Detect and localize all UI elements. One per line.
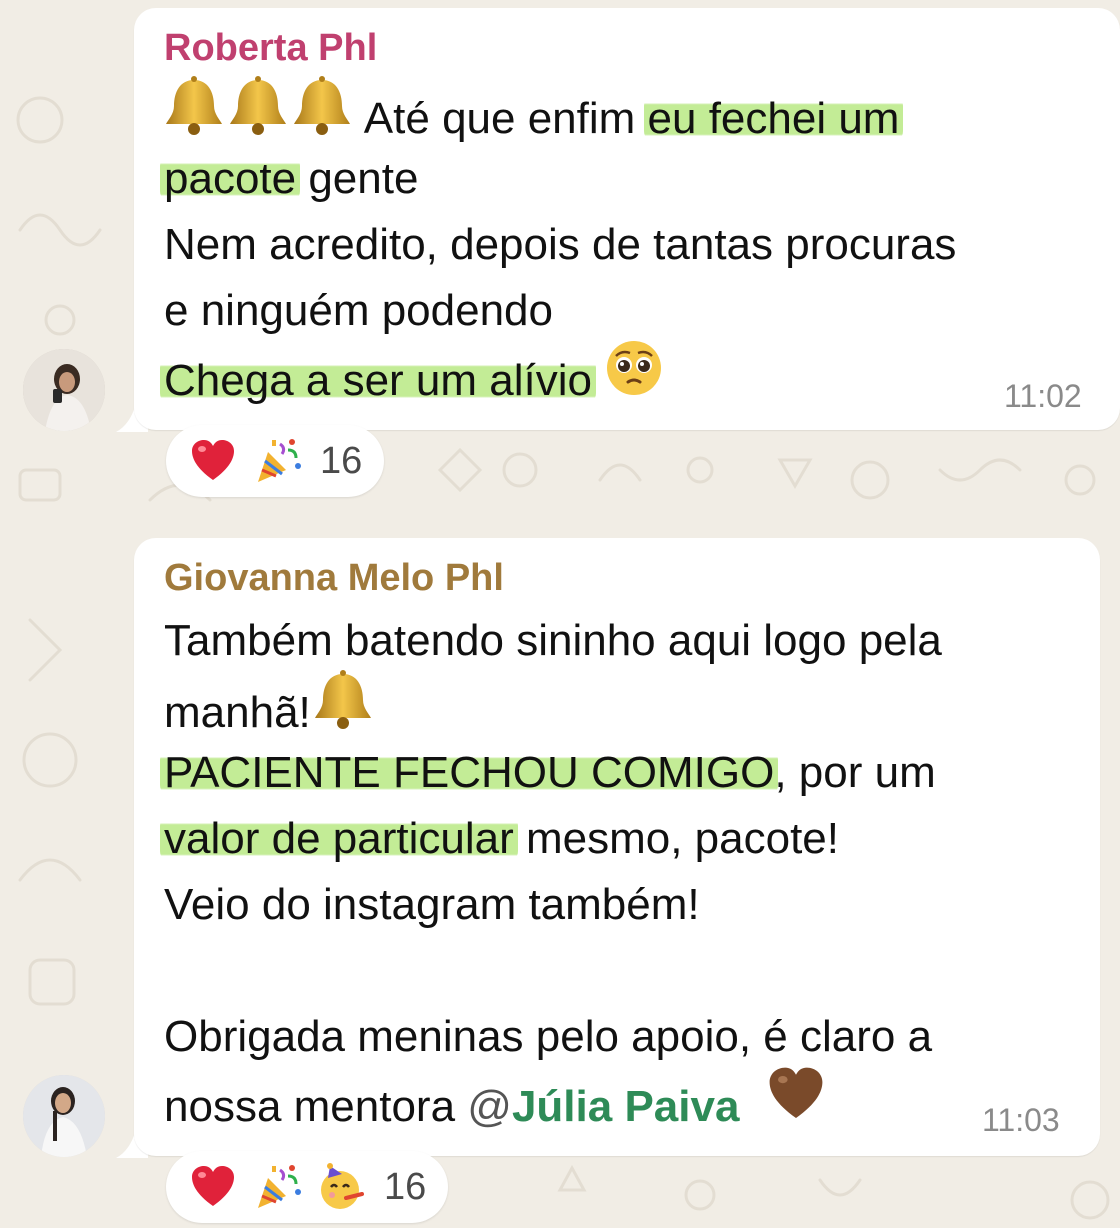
- avatar-roberta[interactable]: [23, 349, 105, 431]
- highlighted-text: valor de particular: [160, 814, 518, 863]
- mention-link[interactable]: Júlia Paiva: [512, 1082, 739, 1131]
- partying-face-icon: [316, 1162, 366, 1212]
- message-text: Veio do instagram também!: [164, 880, 700, 929]
- message-line: pacote gente: [160, 146, 419, 212]
- message-text: Até que enfim: [354, 94, 648, 144]
- avatar-photo-icon: [23, 1075, 105, 1157]
- message-line: Também batendo sininho aqui logo pela: [164, 608, 942, 674]
- reactions-bar[interactable]: 16: [166, 1151, 449, 1223]
- reaction-count: 16: [320, 439, 363, 482]
- message-text: Também batendo sininho aqui logo pela: [164, 616, 942, 665]
- message-text: Obrigada meninas pelo apoio, é claro a: [164, 1012, 933, 1061]
- reaction-count: 16: [384, 1165, 427, 1208]
- message-line: Obrigada meninas pelo apoio, é claro a: [164, 1004, 932, 1070]
- message-text: mesmo, pacote!: [513, 814, 839, 863]
- sender-name[interactable]: Roberta Phl: [164, 26, 377, 70]
- bell-icon: [162, 74, 226, 157]
- message-line: Veio do instagram também!: [164, 872, 700, 938]
- brown-heart-icon: [766, 1064, 826, 1143]
- mention-at-symbol[interactable]: @: [467, 1082, 512, 1131]
- message-line: valor de particular mesmo, pacote!: [160, 806, 839, 872]
- sender-name[interactable]: Giovanna Melo Phl: [164, 556, 504, 600]
- message-timestamp: 11:02: [1004, 378, 1082, 414]
- bell-icon: [226, 74, 290, 157]
- message-text: nossa mentora: [164, 1082, 468, 1132]
- avatar-photo-icon: [23, 349, 105, 431]
- pleading-face-icon: [604, 338, 664, 417]
- message-line: e ninguém podendo: [164, 278, 553, 344]
- highlighted-text: PACIENTE FECHOU COMIGO: [160, 748, 779, 797]
- message-line: Chega a ser um alívio: [160, 341, 664, 423]
- party-popper-icon: [252, 436, 302, 486]
- highlighted-text: Chega a ser um alívio: [160, 356, 596, 406]
- heart-icon: [188, 436, 238, 486]
- highlighted-text: pacote: [160, 154, 301, 203]
- heart-icon: [188, 1162, 238, 1212]
- bell-icon: [290, 74, 354, 157]
- message-timestamp: 11:03: [982, 1102, 1060, 1138]
- message-text: Nem acredito, depois de tantas procuras: [164, 220, 957, 269]
- message-line: PACIENTE FECHOU COMIGO, por um: [160, 740, 936, 806]
- highlighted-text: eu fechei um: [643, 94, 904, 144]
- message-line: nossa mentora @Júlia Paiva: [164, 1067, 826, 1149]
- bell-icon: [311, 668, 375, 751]
- message-text: e ninguém podendo: [164, 286, 553, 335]
- reactions-bar[interactable]: 16: [166, 425, 385, 497]
- message-text: gente: [296, 154, 419, 203]
- message-line: Nem acredito, depois de tantas procuras: [164, 212, 956, 278]
- party-popper-icon: [252, 1162, 302, 1212]
- message-text: , por um: [774, 748, 936, 797]
- avatar-giovanna[interactable]: [23, 1075, 105, 1157]
- message-text: manhã!: [164, 688, 311, 738]
